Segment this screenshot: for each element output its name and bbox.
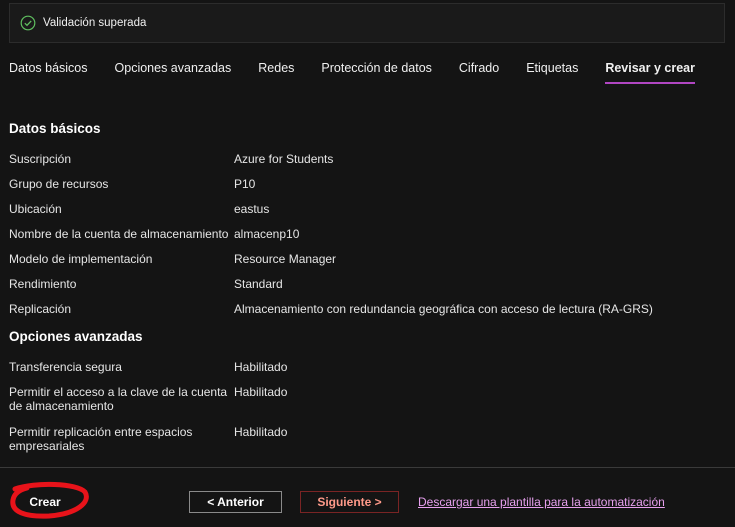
summary-row: Modelo de implementación Resource Manage…	[9, 252, 729, 277]
row-label: Ubicación	[9, 202, 62, 216]
tab-proteccion-datos[interactable]: Protección de datos	[321, 58, 432, 84]
advanced-rows: Transferencia segura Habilitado Permitir…	[9, 360, 729, 465]
row-value: Habilitado	[234, 425, 288, 439]
review-content: Datos básicos Suscripción Azure for Stud…	[9, 112, 729, 465]
summary-row: Rendimiento Standard	[9, 277, 729, 302]
summary-row: Transferencia segura Habilitado	[9, 360, 729, 385]
tab-cifrado[interactable]: Cifrado	[459, 58, 499, 84]
row-value: almacenp10	[234, 227, 300, 241]
section-title-advanced: Opciones avanzadas	[9, 329, 143, 344]
summary-row: Nombre de la cuenta de almacenamiento al…	[9, 227, 729, 252]
row-value: eastus	[234, 202, 270, 216]
summary-row: Grupo de recursos P10	[9, 177, 729, 202]
row-value: Almacenamiento con redundancia geográfic…	[234, 302, 653, 316]
row-label: Nombre de la cuenta de almacenamiento	[9, 227, 229, 241]
summary-row: Ubicación eastus	[9, 202, 729, 227]
next-button[interactable]: Siguiente >	[300, 491, 399, 513]
row-value: Standard	[234, 277, 283, 291]
footer-divider	[0, 467, 735, 468]
tab-revisar-crear[interactable]: Revisar y crear	[605, 58, 695, 84]
summary-row: Suscripción Azure for Students	[9, 152, 729, 177]
summary-row: Permitir replicación entre espacios empr…	[9, 425, 729, 465]
row-label: Transferencia segura	[9, 360, 122, 374]
row-value: P10	[234, 177, 256, 191]
row-value: Habilitado	[234, 360, 288, 374]
create-button[interactable]: Crear	[12, 491, 78, 513]
tab-bar: Datos básicos Opciones avanzadas Redes P…	[9, 58, 722, 86]
validation-text: Validación superada	[43, 17, 147, 29]
section-title-basics: Datos básicos	[9, 121, 101, 136]
tab-redes[interactable]: Redes	[258, 58, 294, 84]
summary-row: Replicación Almacenamiento con redundanc…	[9, 302, 729, 327]
row-label: Suscripción	[9, 152, 72, 166]
row-label: Rendimiento	[9, 277, 77, 291]
row-label: Modelo de implementación	[9, 252, 153, 266]
basics-rows: Suscripción Azure for Students Grupo de …	[9, 152, 729, 327]
row-label: Permitir el acceso a la clave de la cuen…	[9, 385, 228, 413]
validation-banner: Validación superada	[9, 3, 725, 43]
row-value: Resource Manager	[234, 252, 337, 266]
row-value: Azure for Students	[234, 152, 334, 166]
previous-button[interactable]: < Anterior	[189, 491, 282, 513]
download-template-link[interactable]: Descargar una plantilla para la automati…	[418, 495, 665, 509]
tab-datos-basicos[interactable]: Datos básicos	[9, 58, 88, 84]
row-value: Habilitado	[234, 385, 288, 399]
summary-row: Permitir el acceso a la clave de la cuen…	[9, 385, 729, 425]
row-label: Permitir replicación entre espacios empr…	[9, 425, 193, 453]
tab-opciones-avanzadas[interactable]: Opciones avanzadas	[115, 58, 232, 84]
check-circle-icon	[20, 15, 36, 31]
row-label: Grupo de recursos	[9, 177, 109, 191]
row-label: Replicación	[9, 302, 72, 316]
tab-etiquetas[interactable]: Etiquetas	[526, 58, 578, 84]
